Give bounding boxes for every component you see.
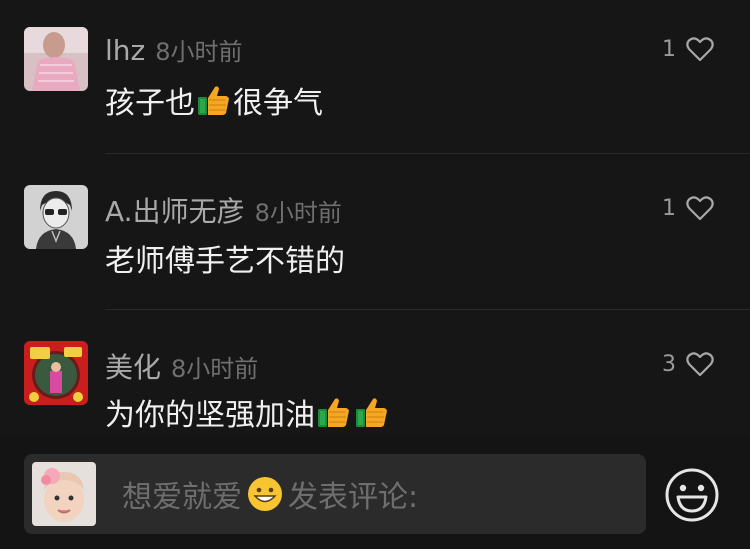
comment-text-part: 为你的坚强加油 <box>105 398 315 433</box>
timestamp: 8小时前 <box>171 355 259 383</box>
comment-meta: A.出师无彦 8小时前 <box>105 190 342 230</box>
heart-icon <box>686 195 714 221</box>
placeholder-part: 发表评论: <box>288 480 419 515</box>
timestamp: 8小时前 <box>254 199 342 227</box>
comment-meta: 美化 8小时前 <box>105 346 258 386</box>
comment-text: 为你的坚强加油 <box>105 392 391 433</box>
avatar[interactable] <box>24 341 88 405</box>
input-placeholder: 想爱就爱 发表评论: <box>122 454 418 534</box>
thumbs-up-icon <box>317 395 351 429</box>
like-button[interactable]: 1 <box>662 36 714 62</box>
heart-icon <box>686 351 714 377</box>
like-button[interactable]: 1 <box>662 195 714 221</box>
divider <box>105 153 750 154</box>
thumbs-up-icon <box>355 395 389 429</box>
thumbs-up-icon <box>197 83 231 117</box>
username[interactable]: 美化 <box>105 346 161 386</box>
like-count: 1 <box>662 36 676 62</box>
grin-emoji-icon <box>248 477 282 511</box>
username[interactable]: lhz <box>105 34 145 67</box>
avatar[interactable] <box>24 185 88 249</box>
comment-text-part: 很争气 <box>233 86 323 121</box>
comment-input[interactable]: 想爱就爱 发表评论: <box>24 454 646 534</box>
comment-item: 美化 8小时前 为你的坚强加油 3 <box>0 310 750 437</box>
comment-meta: lhz 8小时前 <box>105 32 243 67</box>
like-button[interactable]: 3 <box>662 351 714 377</box>
comment-text: 老师傅手艺不错的 <box>105 244 345 279</box>
like-count: 1 <box>662 195 676 221</box>
comment-input-bar: 想爱就爱 发表评论: <box>0 437 750 549</box>
timestamp: 8小时前 <box>155 38 243 66</box>
comment-text: 孩子也 很争气 <box>105 80 323 121</box>
avatar[interactable] <box>24 27 88 91</box>
heart-icon <box>686 36 714 62</box>
comment-item: A.出师无彦 8小时前 老师傅手艺不错的 1 <box>0 160 750 310</box>
placeholder-part: 想爱就爱 <box>122 480 242 515</box>
emoji-picker-button[interactable] <box>664 467 720 523</box>
comment-item: lhz 8小时前 孩子也 很争气 1 <box>0 0 750 160</box>
like-count: 3 <box>662 351 676 377</box>
current-user-avatar <box>32 462 96 526</box>
comment-text-part: 孩子也 <box>105 86 195 121</box>
username[interactable]: A.出师无彦 <box>105 190 245 230</box>
